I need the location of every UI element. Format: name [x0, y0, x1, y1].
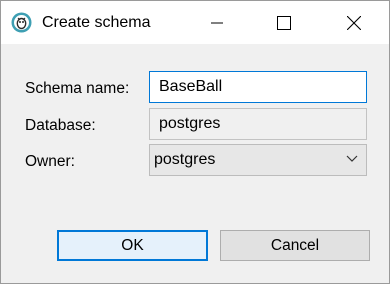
minimize-button[interactable]: [194, 1, 240, 44]
schema-name-label: Schema name:: [25, 80, 130, 97]
create-schema-dialog: Create schema Schema name: Database: pos…: [0, 0, 390, 284]
owner-select[interactable]: postgres: [149, 144, 367, 176]
maximize-button[interactable]: [261, 1, 307, 44]
app-logo-icon: [11, 12, 32, 33]
owner-select-value: postgres: [154, 151, 216, 168]
window-title: Create schema: [42, 14, 151, 31]
maximize-icon: [277, 15, 291, 30]
database-label: Database:: [25, 117, 96, 134]
close-button[interactable]: [331, 1, 377, 44]
close-icon: [347, 15, 361, 30]
dialog-content: Schema name: Database: postgres Owner: p…: [1, 44, 389, 283]
minimize-icon: [211, 22, 223, 23]
schema-name-input[interactable]: [149, 71, 367, 103]
database-field: postgres: [149, 108, 367, 140]
owner-label: Owner:: [25, 153, 75, 170]
chevron-down-icon: [346, 155, 358, 162]
ok-button[interactable]: OK: [57, 230, 208, 261]
title-bar[interactable]: Create schema: [1, 1, 389, 44]
cancel-button[interactable]: Cancel: [220, 230, 370, 261]
